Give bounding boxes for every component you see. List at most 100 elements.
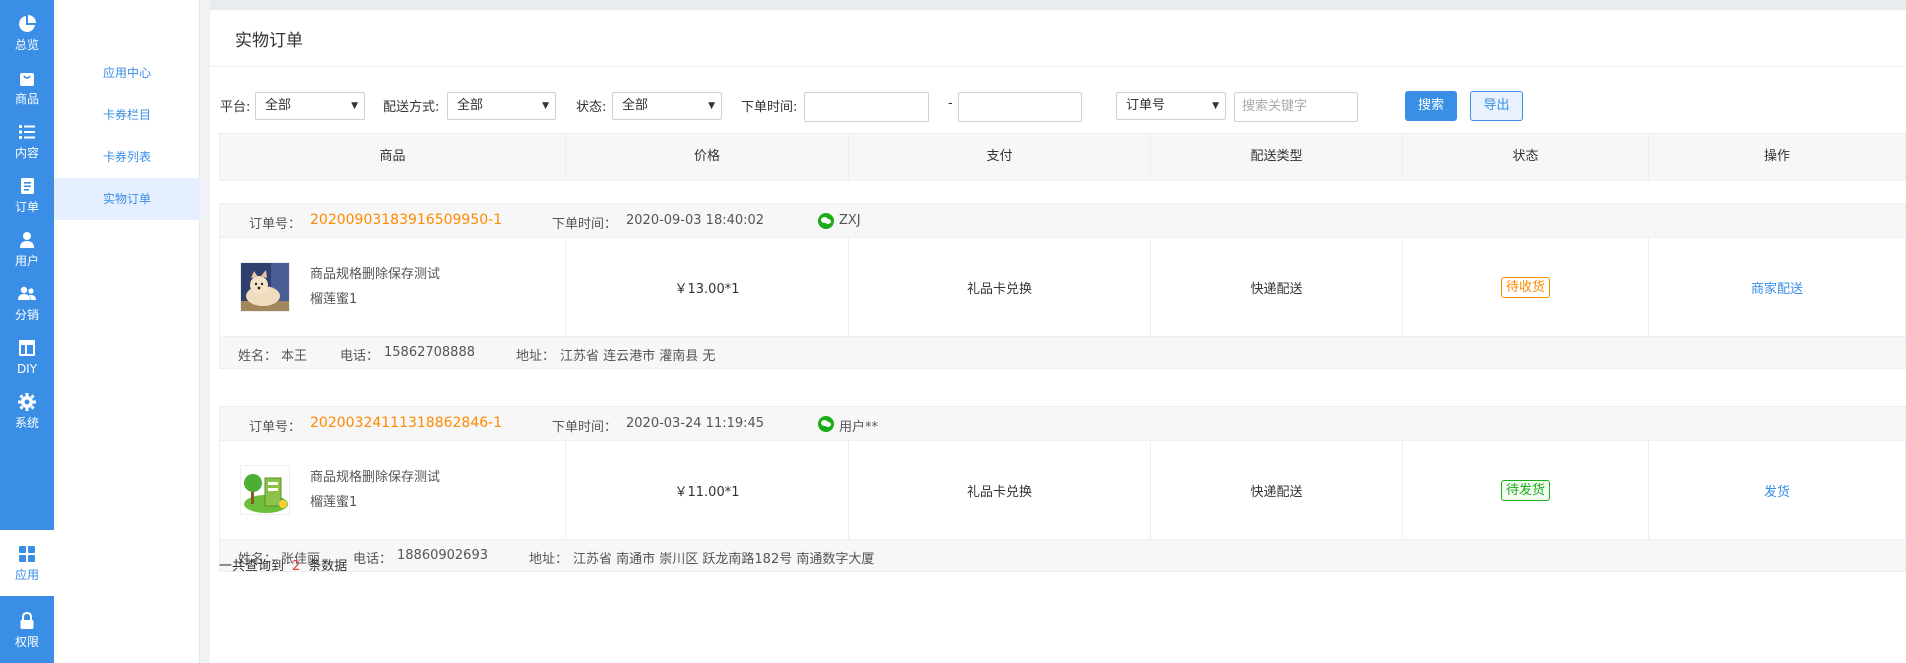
status-cell: 待收货 <box>1403 238 1649 336</box>
keyword-search-input[interactable]: 搜索关键字 <box>1234 92 1358 122</box>
platform-label: 平台: <box>220 100 251 115</box>
recipient-address-label: 地址： <box>516 349 556 364</box>
start-date-input[interactable] <box>804 92 929 122</box>
goods-spec: 榴莲蜜1 <box>310 292 358 307</box>
result-count: 2 <box>292 559 301 574</box>
summary-prefix: 一共查询到 <box>219 559 285 574</box>
gear-icon <box>17 392 37 412</box>
order-user: 用户** <box>839 420 879 435</box>
recipient-name: 本王 <box>281 349 308 364</box>
wechat-icon <box>818 213 834 229</box>
result-summary: 一共查询到 2 条数据 <box>219 555 347 574</box>
status-label: 状态: <box>576 100 607 115</box>
order-row: 商品规格删除保存测试 榴莲蜜1 ￥11.00*1 礼品卡兑换 快递配送 待发货 … <box>220 441 1905 539</box>
rail-item-label: 总览 <box>14 38 39 52</box>
wechat-icon <box>818 416 834 432</box>
submenu-item-coupon-list[interactable]: 卡券列表 <box>54 136 200 178</box>
recipient-phone-label: 电话： <box>340 349 380 364</box>
apps-grid-icon <box>17 544 37 564</box>
list-icon <box>17 122 37 142</box>
rail-item-label: 权限 <box>14 635 39 649</box>
goods-cell: 商品规格删除保存测试 榴莲蜜1 <box>220 441 566 539</box>
recipient-phone: 15862708888 <box>384 345 475 360</box>
payment-cell: 礼品卡兑换 <box>849 238 1151 336</box>
end-date-input[interactable] <box>958 92 1082 122</box>
shopping-bag-icon <box>17 68 37 88</box>
column-header-status: 状态 <box>1403 134 1649 180</box>
rail-item-system[interactable]: 系统 <box>0 378 54 444</box>
status-badge: 待收货 <box>1500 276 1550 298</box>
column-header-action: 操作 <box>1763 149 1790 164</box>
price-cell: ￥13.00*1 <box>566 238 849 336</box>
order-time-label: 下单时间: <box>741 100 798 115</box>
rail-item-label: 订单 <box>14 200 39 214</box>
rail-item-label: DIY <box>16 362 38 376</box>
order-card: 订单号： 20200324111318862846-1 下单时间： 2020-0… <box>219 406 1906 572</box>
order-header: 订单号： 20200903183916509950-1 下单时间： 2020-0… <box>220 204 1905 238</box>
date-range-separator: - <box>948 96 953 111</box>
goods-cell: 商品规格删除保存测试 榴莲蜜1 <box>220 238 566 336</box>
chevron-down-icon: ▼ <box>708 101 715 111</box>
delivery-cell: 快递配送 <box>1151 238 1403 336</box>
goods-spec: 榴莲蜜1 <box>310 495 358 510</box>
order-row: 商品规格删除保存测试 榴莲蜜1 ￥13.00*1 礼品卡兑换 快递配送 待收货 … <box>220 238 1905 336</box>
order-header: 订单号： 20200324111318862846-1 下单时间： 2020-0… <box>220 407 1905 441</box>
keyword-type-select[interactable]: 订单号 ▼ <box>1116 92 1226 120</box>
nav-rail: 总览 商品 内容 订单 用户 分销 DIY 系统 应用 权限 <box>0 0 54 663</box>
goods-info: 商品规格删除保存测试 榴莲蜜1 <box>310 465 440 515</box>
status-badge: 待发货 <box>1500 479 1550 501</box>
top-strip <box>210 0 1906 10</box>
keyword-type-value: 订单号 <box>1126 98 1166 113</box>
price-cell: ￥11.00*1 <box>566 441 849 539</box>
rail-item-label: 用户 <box>14 254 39 268</box>
pie-chart-icon <box>17 14 37 34</box>
status-select-value: 全部 <box>622 98 649 113</box>
divider <box>210 66 1906 67</box>
order-document-icon <box>17 176 37 196</box>
goods-thumbnail-dog[interactable] <box>240 262 290 312</box>
order-no-label: 订单号： <box>249 420 302 435</box>
submenu-item-coupon-column[interactable]: 卡券栏目 <box>54 94 200 136</box>
status-cell: 待发货 <box>1403 441 1649 539</box>
action-cell: 商家配送 <box>1649 238 1905 336</box>
rail-item-permissions[interactable]: 权限 <box>0 597 54 663</box>
column-header-price: 价格 <box>566 134 849 180</box>
users-icon <box>17 284 37 304</box>
order-time-label: 下单时间： <box>552 420 618 435</box>
status-select[interactable]: 全部 ▼ <box>612 92 722 120</box>
chevron-down-icon: ▼ <box>542 101 549 111</box>
recipient-phone-label: 电话： <box>353 552 393 567</box>
order-time: 2020-03-24 11:19:45 <box>626 416 765 431</box>
merchant-delivery-link[interactable]: 商家配送 <box>1751 278 1803 297</box>
table-header: 商品 价格 支付 配送类型 状态 操作 <box>219 133 1906 181</box>
recipient-name-label: 姓名： <box>238 349 278 364</box>
search-button[interactable]: 搜索 <box>1405 91 1457 121</box>
order-card: 订单号： 20200903183916509950-1 下单时间： 2020-0… <box>219 203 1906 369</box>
submenu-item-app-center[interactable]: 应用中心 <box>54 52 200 94</box>
main-content: 实物订单 平台: 全部 ▼ 配送方式: 全部 ▼ 状态: 全部 ▼ 下单时间: … <box>210 0 1906 663</box>
goods-thumbnail-cartoon[interactable] <box>240 465 290 515</box>
goods-name: 商品规格删除保存测试 <box>310 470 441 485</box>
summary-suffix: 条数据 <box>308 559 348 574</box>
delivery-select[interactable]: 全部 ▼ <box>447 92 556 120</box>
export-button[interactable]: 导出 <box>1470 91 1523 121</box>
platform-select-value: 全部 <box>265 98 292 113</box>
sub-menu: 应用中心 卡券栏目 卡券列表 实物订单 <box>54 0 200 663</box>
rail-item-label: 内容 <box>14 146 39 160</box>
order-footer: 姓名： 张佳丽 电话： 18860902693 地址： 江苏省 南通市 崇川区 … <box>220 539 1905 571</box>
platform-select[interactable]: 全部 ▼ <box>255 92 365 120</box>
recipient-address: 江苏省 连云港市 灌南县 无 <box>560 349 716 364</box>
ship-link[interactable]: 发货 <box>1764 481 1790 500</box>
column-header-delivery: 配送类型 <box>1151 134 1403 180</box>
order-number: 20200324111318862846-1 <box>310 415 503 431</box>
lock-icon <box>17 611 37 631</box>
rail-item-label: 分销 <box>14 308 39 322</box>
goods-info: 商品规格删除保存测试 榴莲蜜1 <box>310 262 440 312</box>
submenu-item-physical-orders[interactable]: 实物订单 <box>54 178 200 220</box>
action-cell: 发货 <box>1649 441 1905 539</box>
payment-cell: 礼品卡兑换 <box>849 441 1151 539</box>
rail-item-apps[interactable]: 应用 <box>0 530 54 596</box>
delivery-cell: 快递配送 <box>1151 441 1403 539</box>
rail-item-label: 商品 <box>14 92 39 106</box>
order-number: 20200903183916509950-1 <box>310 212 503 228</box>
